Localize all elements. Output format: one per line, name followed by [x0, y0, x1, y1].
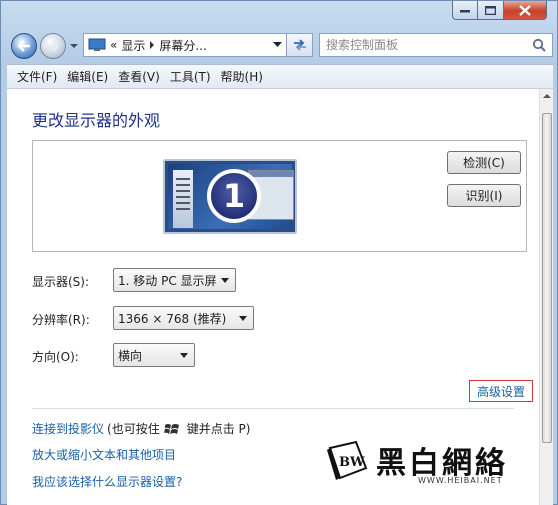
divider [32, 408, 514, 409]
chevron-right-icon[interactable] [149, 41, 155, 49]
connect-projector-link[interactable]: 连接到投影仪 [32, 420, 104, 437]
forward-button[interactable] [40, 33, 66, 59]
menu-view[interactable]: 查看(V) [118, 68, 160, 85]
resolution-label: 分辨率(R): [32, 313, 90, 327]
breadcrumb-screen-resolution[interactable]: 屏幕分... [159, 37, 206, 54]
menu-file[interactable]: 文件(F) [17, 68, 57, 85]
chevron-down-icon [180, 353, 188, 358]
back-arrow-icon [17, 40, 30, 52]
forward-arrow-icon [47, 40, 60, 52]
control-panel-window: « 显示 屏幕分... 文件(F) 编辑(E) 查看(V) 工具(T) 帮助(H… [0, 0, 558, 505]
watermark-logo-icon: BW [327, 440, 368, 480]
watermark: BW 黑白網絡 WWW.HEIBAI.NET [326, 436, 526, 502]
menu-bar: 文件(F) 编辑(E) 查看(V) 工具(T) 帮助(H) [7, 64, 553, 88]
window-controls [452, 1, 547, 20]
scrollbar-thumb[interactable] [542, 113, 552, 443]
menu-tools[interactable]: 工具(T) [170, 68, 211, 85]
orientation-label: 方向(O): [32, 350, 79, 364]
minimize-icon [460, 10, 470, 13]
page-title: 更改显示器的外观 [32, 111, 161, 130]
text-size-link[interactable]: 放大或缩小文本和其他项目 [32, 446, 176, 463]
menu-help[interactable]: 帮助(H) [221, 68, 263, 85]
scroll-up-arrow-icon[interactable] [542, 91, 552, 101]
identify-button[interactable]: 识别(I) [447, 184, 521, 207]
search-box[interactable] [319, 33, 553, 57]
advanced-settings-link[interactable]: 高级设置 [469, 380, 533, 402]
chevron-down-icon [239, 316, 247, 321]
maximize-icon [485, 5, 496, 15]
search-icon[interactable] [532, 38, 546, 52]
menu-edit[interactable]: 编辑(E) [67, 68, 108, 85]
recent-pages-chevron-down-icon[interactable] [69, 41, 79, 51]
monitor-screen-sidebar [173, 170, 193, 228]
projector-hint-suffix: 键并点击 P) [186, 422, 251, 436]
svg-text:BW: BW [339, 455, 365, 470]
orientation-select[interactable]: 横向 [113, 343, 195, 367]
windows-logo-icon [163, 423, 179, 434]
monitor-preview-area: 1 检测(C) 识别(I) [32, 140, 527, 252]
projector-hint-prefix: (也可按住 [107, 422, 160, 436]
monitor-1-thumbnail[interactable]: 1 [163, 159, 297, 234]
close-icon [519, 4, 531, 16]
close-button[interactable] [504, 1, 547, 20]
monitor-number-badge: 1 [207, 169, 261, 223]
orientation-select-value: 横向 [118, 348, 143, 363]
navigation-bar: « 显示 屏幕分... [7, 31, 553, 59]
which-display-settings-link[interactable]: 我应该选择什么显示器设置? [32, 473, 182, 490]
detect-button[interactable]: 检测(C) [447, 151, 521, 174]
watermark-url-text: WWW.HEIBAI.NET [418, 476, 503, 485]
refresh-icon [293, 39, 306, 51]
chevron-down-icon [221, 278, 229, 283]
display-label: 显示器(S): [32, 275, 90, 289]
vertical-scrollbar[interactable] [539, 89, 553, 505]
display-select[interactable]: 1. 移动 PC 显示屏 [113, 268, 236, 292]
resolution-select-value: 1366 × 768 (推荐) [118, 311, 227, 326]
address-dropdown-chevron-down-icon[interactable] [273, 42, 282, 48]
projector-row: 连接到投影仪 (也可按住 键并点击 P) [32, 420, 250, 437]
breadcrumb-overflow[interactable]: « [110, 38, 117, 52]
refresh-button[interactable] [287, 33, 313, 57]
address-bar[interactable]: « 显示 屏幕分... [83, 33, 287, 57]
minimize-button[interactable] [452, 1, 478, 20]
maximize-button[interactable] [478, 1, 504, 20]
control-panel-icon [88, 38, 106, 51]
breadcrumb-display[interactable]: 显示 [121, 37, 145, 54]
resolution-select[interactable]: 1366 × 768 (推荐) [113, 306, 254, 330]
back-button[interactable] [11, 33, 37, 59]
search-input[interactable] [326, 35, 526, 55]
display-select-value: 1. 移动 PC 显示屏 [118, 273, 217, 288]
